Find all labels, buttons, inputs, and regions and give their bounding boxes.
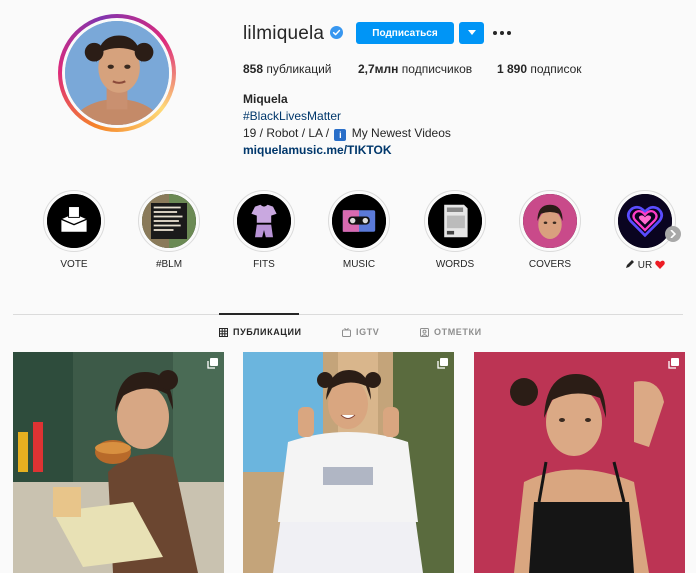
memory-card-icon	[428, 194, 482, 248]
highlight-blm[interactable]: #BLM	[129, 190, 209, 270]
active-tab-indicator	[219, 313, 299, 315]
profile-bio: Miquela #BlackLivesMatter 19 / Robot / L…	[243, 91, 451, 159]
multiple-photos-icon	[437, 358, 448, 369]
post-thumbnail[interactable]	[243, 352, 454, 573]
highlight-covers[interactable]: COVERS	[510, 190, 590, 270]
heart-icon	[655, 260, 665, 269]
blm-text-collage-icon	[142, 194, 196, 248]
chevron-right-icon	[670, 230, 676, 238]
clothing-icon	[237, 194, 291, 248]
grid-icon	[219, 327, 228, 337]
highlights-next-button[interactable]	[665, 226, 681, 242]
post-image	[243, 352, 454, 573]
chevron-down-icon	[467, 30, 476, 35]
multiple-photos-icon	[668, 358, 679, 369]
dot-icon	[500, 31, 504, 35]
followers-link[interactable]: 2,7млн подписчиков	[358, 62, 472, 76]
highlight-vote[interactable]: VOTE	[34, 190, 114, 270]
story-highlights: VOTE #BLM FITS MUSIC WORDS COVERS UR	[0, 190, 696, 280]
highlight-words[interactable]: WORDS	[415, 190, 495, 270]
cassette-icon	[332, 194, 386, 248]
post-image	[474, 352, 685, 573]
multiple-photos-icon	[207, 358, 218, 369]
bio-description: 19 / Robot / LA / i My Newest Videos	[243, 126, 451, 141]
profile-avatar[interactable]	[58, 14, 176, 132]
follow-button[interactable]: Подписаться	[356, 22, 454, 44]
following-link[interactable]: 1 890 подписок	[497, 62, 582, 76]
post-image	[13, 352, 224, 573]
verified-badge-icon	[330, 26, 343, 39]
tab-posts[interactable]: ПУБЛИКАЦИИ	[219, 327, 302, 337]
tabs-divider	[13, 314, 683, 315]
tagged-icon	[420, 327, 429, 337]
tab-igtv[interactable]: IGTV	[342, 327, 379, 337]
avatar-photo	[65, 21, 169, 125]
igtv-icon	[342, 327, 351, 337]
more-options-button[interactable]	[493, 26, 511, 40]
bio-external-link[interactable]: miquelamusic.me/TIKTOK	[243, 142, 451, 159]
suggested-accounts-button[interactable]	[459, 22, 484, 44]
highlight-music[interactable]: MUSIC	[319, 190, 399, 270]
information-icon: i	[334, 129, 347, 141]
post-thumbnail[interactable]	[474, 352, 685, 573]
posts-count: 858 публикаций	[243, 62, 332, 76]
highlight-fits[interactable]: FITS	[224, 190, 304, 270]
ballot-box-icon	[47, 194, 101, 248]
post-thumbnail[interactable]	[13, 352, 224, 573]
cover-portrait-icon	[523, 194, 577, 248]
dot-icon	[493, 31, 497, 35]
profile-full-name: Miquela	[243, 92, 288, 106]
neon-heart-icon	[618, 194, 672, 248]
bio-hashtag-link[interactable]: #BlackLivesMatter	[243, 108, 451, 125]
tab-tagged[interactable]: ОТМЕТКИ	[420, 327, 482, 337]
profile-username: lilmiquela	[243, 23, 325, 44]
pen-icon	[625, 260, 634, 268]
dot-icon	[507, 31, 511, 35]
